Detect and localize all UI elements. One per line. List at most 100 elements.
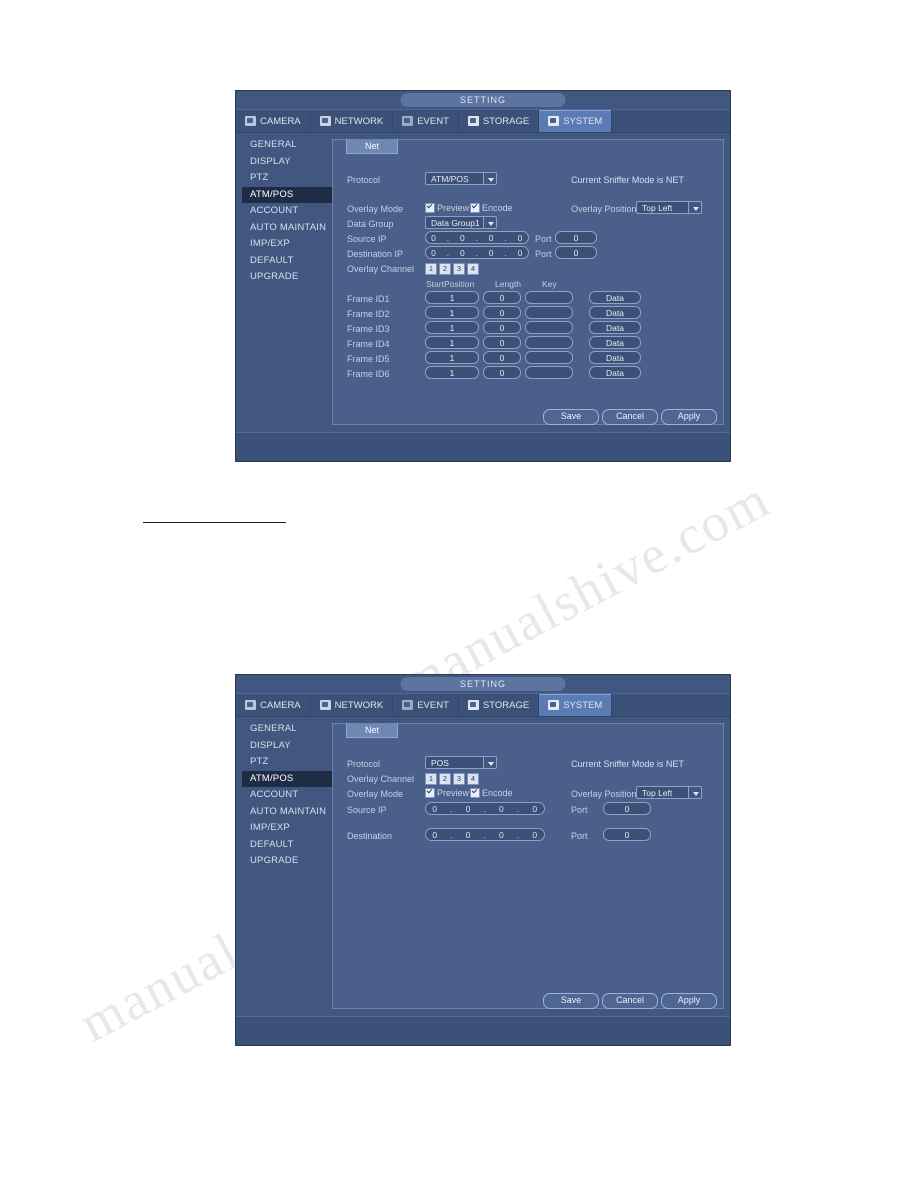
source-port-input[interactable]: 0 bbox=[555, 231, 597, 244]
tab-camera-label: CAMERA bbox=[260, 115, 301, 127]
sidebar-item-imp-exp[interactable]: IMP/EXP bbox=[242, 820, 338, 837]
source-ip-input[interactable]: 0. 0. 0. 0 bbox=[425, 802, 545, 815]
preview-checkbox[interactable]: Preview bbox=[425, 203, 469, 213]
atm-pos-form: Protocol ATM/POS Current Sniffer Mode is… bbox=[333, 158, 723, 425]
cancel-button[interactable]: Cancel bbox=[602, 409, 658, 425]
source-ip-input[interactable]: 0. 0. 0. 0 bbox=[425, 231, 529, 244]
protocol-select[interactable]: ATM/POS bbox=[425, 172, 497, 185]
frame-id4-key[interactable] bbox=[525, 336, 573, 349]
frame-id6-data-button[interactable]: Data bbox=[589, 366, 641, 379]
sidebar-item-account[interactable]: ACCOUNT bbox=[242, 203, 338, 220]
overlay-channel-2[interactable]: 2 bbox=[439, 263, 451, 275]
frame-id2-data-button[interactable]: Data bbox=[589, 306, 641, 319]
overlay-channel-1[interactable]: 1 bbox=[425, 263, 437, 275]
settings-panel: Net Protocol POS Current Sniffer Mode is… bbox=[332, 723, 724, 1009]
sidebar-item-atm-pos[interactable]: ATM/POS bbox=[242, 770, 338, 787]
sidebar-item-imp-exp[interactable]: IMP/EXP bbox=[242, 236, 338, 253]
overlay-position-select[interactable]: Top Left bbox=[636, 786, 702, 799]
source-ip-octet-3: 0 bbox=[488, 232, 494, 243]
tab-system[interactable]: SYSTEM bbox=[539, 694, 613, 716]
destination-port-input[interactable]: 0 bbox=[555, 246, 597, 259]
tab-system[interactable]: SYSTEM bbox=[539, 110, 613, 132]
sidebar-item-atm-pos[interactable]: ATM/POS bbox=[242, 186, 338, 203]
frame-id2-key[interactable] bbox=[525, 306, 573, 319]
dest-ip-octet-1: 0 bbox=[431, 247, 437, 258]
sidebar-item-general[interactable]: GENERAL bbox=[242, 721, 338, 738]
save-button[interactable]: Save bbox=[543, 409, 599, 425]
frame-id6-start[interactable]: 1 bbox=[425, 366, 479, 379]
overlay-channel-3[interactable]: 3 bbox=[453, 263, 465, 275]
dialog-body: GENERAL DISPLAY PTZ ATM/POS ACCOUNT AUTO… bbox=[236, 717, 730, 1015]
protocol-select[interactable]: POS bbox=[425, 756, 497, 769]
frame-id2-start[interactable]: 1 bbox=[425, 306, 479, 319]
destination-ip-input[interactable]: 0. 0. 0. 0 bbox=[425, 828, 545, 841]
frame-id3-start[interactable]: 1 bbox=[425, 321, 479, 334]
overlay-channel-2[interactable]: 2 bbox=[439, 773, 451, 785]
sidebar-item-upgrade[interactable]: UPGRADE bbox=[242, 269, 338, 286]
apply-button[interactable]: Apply bbox=[661, 993, 717, 1009]
checkbox-icon bbox=[425, 203, 435, 213]
encode-checkbox[interactable]: Encode bbox=[470, 788, 513, 798]
sidebar-item-display[interactable]: DISPLAY bbox=[242, 738, 338, 755]
frame-id1-start[interactable]: 1 bbox=[425, 291, 479, 304]
tab-storage[interactable]: STORAGE bbox=[459, 110, 540, 132]
sidebar-item-account[interactable]: ACCOUNT bbox=[242, 787, 338, 804]
frame-id5-data-button[interactable]: Data bbox=[589, 351, 641, 364]
overlay-mode-label: Overlay Mode bbox=[347, 204, 404, 214]
tab-storage[interactable]: STORAGE bbox=[459, 694, 540, 716]
data-group-value: Data Group1 bbox=[431, 217, 480, 228]
tab-event[interactable]: EVENT bbox=[393, 694, 459, 716]
preview-checkbox[interactable]: Preview bbox=[425, 788, 469, 798]
apply-button[interactable]: Apply bbox=[661, 409, 717, 425]
overlay-channel-4[interactable]: 4 bbox=[467, 263, 479, 275]
destination-port-input[interactable]: 0 bbox=[603, 828, 651, 841]
sidebar-item-ptz[interactable]: PTZ bbox=[242, 170, 338, 187]
frame-id1-key[interactable] bbox=[525, 291, 573, 304]
sidebar-item-default[interactable]: DEFAULT bbox=[242, 837, 338, 854]
subtab-net[interactable]: Net bbox=[346, 139, 398, 154]
subtab-net[interactable]: Net bbox=[346, 723, 398, 738]
sidebar-item-default[interactable]: DEFAULT bbox=[242, 253, 338, 270]
sidebar-item-auto-maintain[interactable]: AUTO MAINTAIN bbox=[242, 804, 338, 821]
tab-network[interactable]: NETWORK bbox=[311, 110, 394, 132]
frame-id3-data-button[interactable]: Data bbox=[589, 321, 641, 334]
sidebar-item-ptz[interactable]: PTZ bbox=[242, 754, 338, 771]
frame-id1-length[interactable]: 0 bbox=[483, 291, 521, 304]
frame-id5-start[interactable]: 1 bbox=[425, 351, 479, 364]
column-key: Key bbox=[542, 279, 557, 289]
frame-id2-length[interactable]: 0 bbox=[483, 306, 521, 319]
source-port-input[interactable]: 0 bbox=[603, 802, 651, 815]
frame-id5-length[interactable]: 0 bbox=[483, 351, 521, 364]
tab-camera[interactable]: CAMERA bbox=[236, 110, 311, 132]
tab-storage-label: STORAGE bbox=[482, 115, 530, 127]
event-icon bbox=[402, 116, 414, 126]
tab-camera[interactable]: CAMERA bbox=[236, 694, 311, 716]
frame-id3-length[interactable]: 0 bbox=[483, 321, 521, 334]
data-group-select[interactable]: Data Group1 bbox=[425, 216, 497, 229]
destination-ip-input[interactable]: 0. 0. 0. 0 bbox=[425, 246, 529, 259]
tab-network[interactable]: NETWORK bbox=[311, 694, 394, 716]
ip-dot: . bbox=[475, 247, 479, 258]
encode-checkbox[interactable]: Encode bbox=[470, 203, 513, 213]
preview-label: Preview bbox=[437, 203, 470, 213]
sidebar-item-upgrade[interactable]: UPGRADE bbox=[242, 853, 338, 870]
frame-id5-key[interactable] bbox=[525, 351, 573, 364]
tab-event[interactable]: EVENT bbox=[393, 110, 459, 132]
save-button[interactable]: Save bbox=[543, 993, 599, 1009]
frame-id4-start[interactable]: 1 bbox=[425, 336, 479, 349]
sidebar-item-display[interactable]: DISPLAY bbox=[242, 154, 338, 171]
sidebar: GENERAL DISPLAY PTZ ATM/POS ACCOUNT AUTO… bbox=[242, 137, 338, 286]
frame-id6-length[interactable]: 0 bbox=[483, 366, 521, 379]
overlay-position-select[interactable]: Top Left bbox=[636, 201, 702, 214]
overlay-channel-4[interactable]: 4 bbox=[467, 773, 479, 785]
frame-id6-key[interactable] bbox=[525, 366, 573, 379]
frame-id4-data-button[interactable]: Data bbox=[589, 336, 641, 349]
overlay-channel-3[interactable]: 3 bbox=[453, 773, 465, 785]
frame-id4-length[interactable]: 0 bbox=[483, 336, 521, 349]
sidebar-item-auto-maintain[interactable]: AUTO MAINTAIN bbox=[242, 220, 338, 237]
sidebar-item-general[interactable]: GENERAL bbox=[242, 137, 338, 154]
frame-id3-key[interactable] bbox=[525, 321, 573, 334]
overlay-channel-1[interactable]: 1 bbox=[425, 773, 437, 785]
cancel-button[interactable]: Cancel bbox=[602, 993, 658, 1009]
frame-id1-data-button[interactable]: Data bbox=[589, 291, 641, 304]
